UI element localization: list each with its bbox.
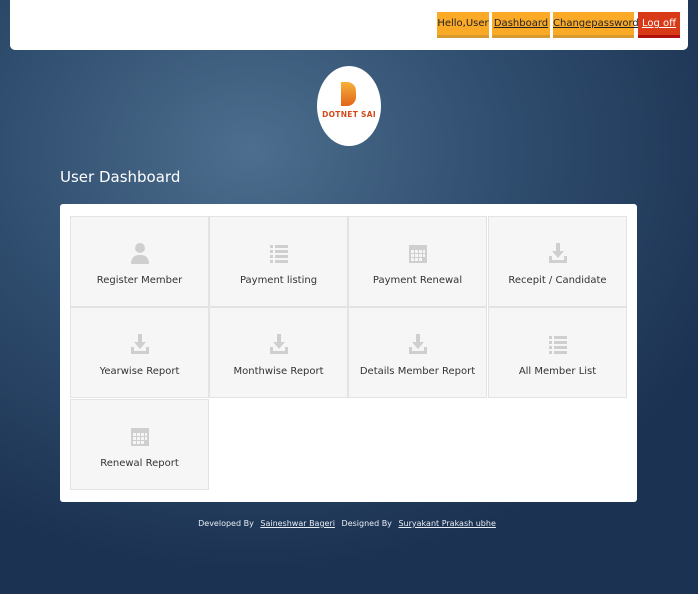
tile-all-member-list[interactable]: All Member List bbox=[488, 307, 627, 398]
tile-label: Yearwise Report bbox=[99, 366, 180, 377]
tile-renewal-report[interactable]: Renewal Report bbox=[70, 399, 209, 490]
logo-d-mark bbox=[341, 82, 356, 106]
calendar-icon bbox=[408, 242, 428, 264]
developed-by-label: Developed By bbox=[198, 519, 254, 528]
tile-label: Payment listing bbox=[239, 275, 318, 286]
download-icon bbox=[408, 333, 428, 355]
list-icon bbox=[548, 333, 568, 355]
logoff-link[interactable]: Log off bbox=[638, 12, 680, 38]
designed-by-label: Designed By bbox=[341, 519, 392, 528]
tile-label: Details Member Report bbox=[359, 366, 476, 377]
dashboard-link[interactable]: Dashboard bbox=[492, 12, 550, 38]
page-title: User Dashboard bbox=[60, 168, 181, 186]
tile-register-member[interactable]: Register Member bbox=[70, 216, 209, 307]
download-icon bbox=[269, 333, 289, 355]
tile-label: All Member List bbox=[518, 366, 597, 377]
tile-payment-listing[interactable]: Payment listing bbox=[209, 216, 348, 307]
designer-link[interactable]: Suryakant Prakash ubhe bbox=[398, 519, 495, 528]
tile-recepit-candidate[interactable]: Recepit / Candidate bbox=[488, 216, 627, 307]
tile-payment-renewal[interactable]: Payment Renewal bbox=[348, 216, 487, 307]
calendar-icon bbox=[130, 425, 150, 447]
tile-label: Payment Renewal bbox=[372, 275, 463, 286]
tile-details-member-report[interactable]: Details Member Report bbox=[348, 307, 487, 398]
tile-yearwise-report[interactable]: Yearwise Report bbox=[70, 307, 209, 398]
developer-link[interactable]: Saineshwar Bageri bbox=[260, 519, 335, 528]
download-icon bbox=[130, 333, 150, 355]
tile-monthwise-report[interactable]: Monthwise Report bbox=[209, 307, 348, 398]
logo-text: DOTNET SAI bbox=[322, 110, 376, 119]
tile-label: Renewal Report bbox=[100, 458, 179, 469]
tile-label: Register Member bbox=[96, 275, 183, 286]
logo: DOTNET SAI bbox=[317, 66, 381, 146]
tile-label: Monthwise Report bbox=[233, 366, 324, 377]
footer: Developed By Saineshwar Bageri Designed … bbox=[0, 519, 698, 528]
change-password-link[interactable]: Changepassword bbox=[553, 12, 639, 38]
greeting-label: Hello,User bbox=[437, 12, 489, 38]
list-icon bbox=[269, 242, 289, 264]
tile-label: Recepit / Candidate bbox=[508, 275, 607, 286]
user-icon bbox=[130, 242, 150, 264]
download-icon bbox=[548, 242, 568, 264]
